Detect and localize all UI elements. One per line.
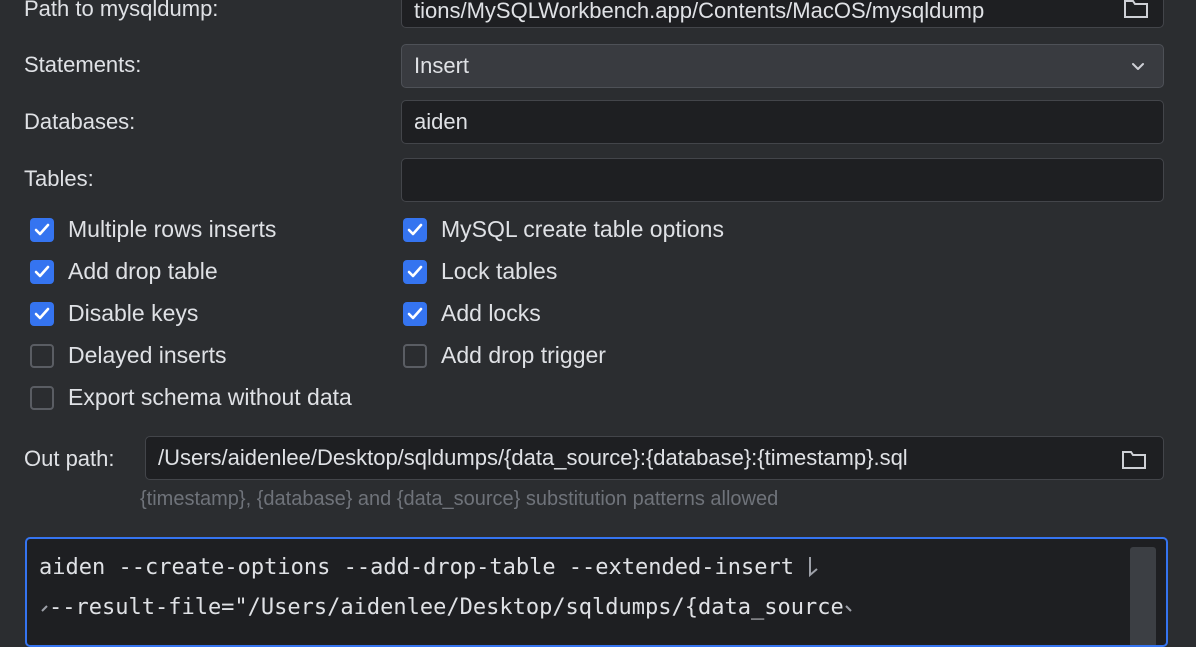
tables-input[interactable]: [401, 158, 1164, 202]
checkbox-add-locks[interactable]: Add locks: [403, 300, 541, 327]
databases-label: Databases:: [24, 109, 136, 134]
checkbox-label: Disable keys: [68, 300, 199, 326]
out-path-label: Out path:: [24, 446, 115, 471]
command-line-1-text: aiden --create-options --add-drop-table …: [39, 555, 794, 580]
checkmark-icon: [407, 265, 423, 277]
checkbox-delayed-inserts[interactable]: Delayed inserts: [30, 342, 227, 369]
checkbox-box[interactable]: [30, 217, 54, 242]
checkbox-label: Delayed inserts: [68, 342, 227, 368]
command-line-1: aiden --create-options --add-drop-table …: [39, 555, 821, 581]
soft-wrap-icon: [809, 557, 818, 578]
chevron-down-icon: [1132, 63, 1144, 70]
checkbox-label: Add locks: [441, 300, 541, 326]
out-path-value: /Users/aidenlee/Desktop/sqldumps/{data_s…: [158, 445, 908, 470]
folder-icon[interactable]: [1121, 448, 1147, 470]
checkmark-icon: [34, 223, 50, 235]
checkbox-box[interactable]: [403, 301, 427, 326]
mysqldump-path-value: tions/MySQLWorkbench.app/Contents/MacOS/…: [414, 0, 985, 23]
checkbox-multiple-rows-inserts[interactable]: Multiple rows inserts: [30, 216, 276, 243]
checkbox-box[interactable]: [403, 217, 427, 242]
command-preview[interactable]: aiden --create-options --add-drop-table …: [25, 537, 1168, 647]
statements-dropdown[interactable]: Insert: [401, 44, 1164, 88]
checkbox-mysql-create-table-options[interactable]: MySQL create table options: [403, 216, 724, 243]
databases-input[interactable]: aiden: [401, 100, 1164, 144]
checkbox-disable-keys[interactable]: Disable keys: [30, 300, 198, 327]
path-to-mysqldump-label: Path to mysqldump:: [24, 0, 219, 21]
checkbox-label: Add drop trigger: [441, 342, 606, 368]
checkbox-box[interactable]: [30, 259, 54, 284]
command-line-2: --result-file="/Users/aidenlee/Desktop/s…: [39, 595, 854, 620]
checkbox-export-schema-without-data[interactable]: Export schema without data: [30, 384, 352, 411]
substitution-hint: {timestamp}, {database} and {data_source…: [140, 488, 779, 510]
soft-wrap-icon: [845, 605, 852, 612]
checkbox-add-drop-trigger[interactable]: Add drop trigger: [403, 342, 606, 369]
statements-label: Statements:: [24, 52, 142, 77]
statements-value: Insert: [414, 53, 470, 78]
checkmark-icon: [407, 223, 423, 235]
checkmark-icon: [407, 307, 423, 319]
command-line-2-text: --result-file="/Users/aidenlee/Desktop/s…: [49, 595, 844, 620]
checkbox-box[interactable]: [30, 385, 54, 410]
scrollbar-thumb[interactable]: [1130, 547, 1156, 645]
checkbox-lock-tables[interactable]: Lock tables: [403, 258, 557, 285]
checkbox-label: Export schema without data: [68, 384, 352, 410]
checkbox-label: Lock tables: [441, 258, 558, 284]
checkmark-icon: [34, 307, 50, 319]
databases-value: aiden: [414, 109, 468, 134]
folder-icon[interactable]: [1123, 0, 1149, 19]
checkbox-box[interactable]: [30, 301, 54, 326]
checkmark-icon: [34, 265, 50, 277]
out-path-input[interactable]: /Users/aidenlee/Desktop/sqldumps/{data_s…: [145, 436, 1164, 480]
mysqldump-path-field[interactable]: tions/MySQLWorkbench.app/Contents/MacOS/…: [401, 0, 1164, 28]
checkbox-label: MySQL create table options: [441, 216, 724, 242]
checkbox-label: Add drop table: [68, 258, 218, 284]
checkbox-add-drop-table[interactable]: Add drop table: [30, 258, 218, 285]
checkbox-box[interactable]: [403, 343, 427, 368]
tables-label: Tables:: [24, 166, 94, 191]
checkbox-box[interactable]: [403, 259, 427, 284]
checkbox-label: Multiple rows inserts: [68, 216, 277, 242]
checkbox-box[interactable]: [30, 343, 54, 368]
soft-wrap-icon: [41, 605, 48, 612]
